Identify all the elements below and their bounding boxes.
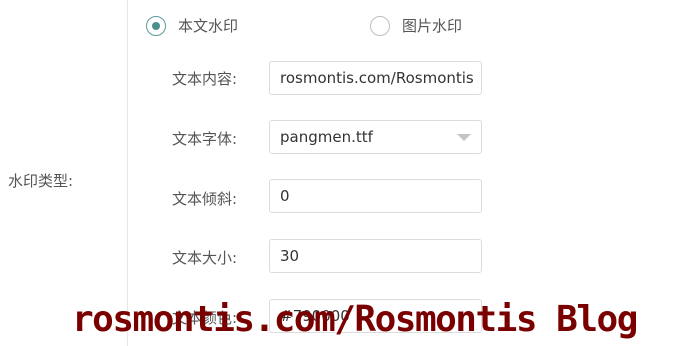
text-font-select[interactable]: pangmen.ttf — [269, 120, 482, 154]
text-font-value: pangmen.ttf — [280, 128, 373, 146]
text-tilt-input[interactable]: 0 — [269, 179, 482, 213]
watermark-type-radio-group: 本文水印 图片水印 — [146, 15, 666, 39]
radio-checked-icon[interactable] — [146, 16, 166, 36]
radio-text-watermark[interactable]: 本文水印 — [146, 15, 238, 37]
text-size-value: 30 — [280, 247, 300, 265]
text-content-value: rosmontis.com/Rosmontis B — [280, 69, 473, 87]
text-content-label: 文本内容: — [172, 70, 238, 88]
text-color-label: 文本颜色: — [172, 309, 238, 327]
vertical-divider — [127, 0, 128, 346]
text-tilt-value: 0 — [280, 187, 290, 205]
text-size-label: 文本大小: — [172, 249, 238, 267]
chevron-down-icon[interactable] — [457, 134, 471, 141]
text-size-input[interactable]: 30 — [269, 239, 482, 273]
radio-image-watermark[interactable]: 图片水印 — [370, 15, 462, 37]
text-color-input[interactable]: #790000 — [269, 299, 482, 333]
radio-image-watermark-label: 图片水印 — [402, 17, 463, 35]
radio-unchecked-icon[interactable] — [370, 16, 390, 36]
watermark-type-label: 水印类型: — [8, 172, 74, 190]
text-font-label: 文本字体: — [172, 130, 238, 148]
radio-text-watermark-label: 本文水印 — [178, 17, 239, 35]
text-tilt-label: 文本倾斜: — [172, 190, 238, 208]
watermark-settings-panel: 水印类型: 本文水印 图片水印 文本内容: rosmontis.com/Rosm… — [0, 0, 676, 346]
text-color-value: #790000 — [280, 307, 350, 325]
text-content-input[interactable]: rosmontis.com/Rosmontis B — [269, 61, 482, 95]
